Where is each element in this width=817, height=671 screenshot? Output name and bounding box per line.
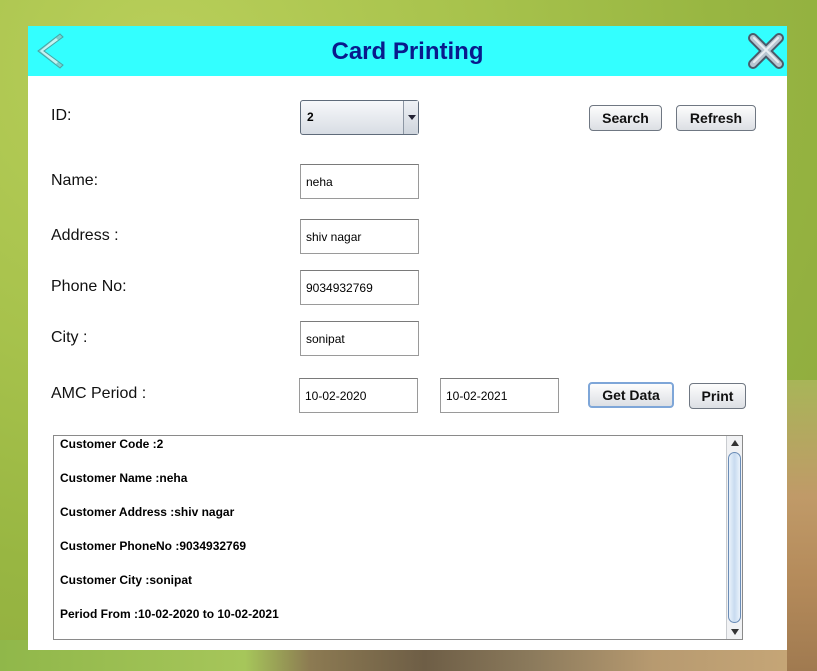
phone-field[interactable] (300, 270, 419, 305)
close-x-icon[interactable] (745, 31, 787, 71)
amc-from-field[interactable] (299, 378, 418, 413)
report-textarea[interactable]: Customer Code :2 Customer Name :neha Cus… (53, 435, 743, 640)
id-combobox-value: 2 (307, 110, 314, 124)
name-label: Name: (51, 172, 99, 189)
id-combobox[interactable]: 2 (300, 100, 419, 135)
report-line: Customer PhoneNo :9034932769 (60, 539, 247, 553)
title-bar: Card Printing (28, 26, 787, 76)
report-line: Customer City :sonipat (60, 573, 193, 587)
address-field[interactable] (300, 219, 419, 254)
name-field[interactable] (300, 164, 419, 199)
amc-period-label: AMC Period : (51, 385, 147, 402)
card-printing-window: Card Printing ID: 2 Search Refresh Name:… (28, 26, 787, 650)
address-label: Address : (51, 227, 119, 244)
refresh-button[interactable]: Refresh (676, 105, 756, 131)
vertical-scrollbar[interactable] (726, 436, 742, 639)
city-field[interactable] (300, 321, 419, 356)
report-line: Customer Name :neha (60, 471, 188, 485)
scrollbar-thumb[interactable] (728, 452, 741, 623)
scroll-down-arrow-icon[interactable] (727, 625, 742, 639)
get-data-button[interactable]: Get Data (588, 382, 674, 408)
background-image-right (787, 380, 817, 671)
print-button[interactable]: Print (689, 383, 746, 409)
phone-label: Phone No: (51, 278, 127, 295)
amc-to-field[interactable] (440, 378, 559, 413)
id-label: ID: (51, 107, 72, 124)
report-line: Period From :10-02-2020 to 10-02-2021 (60, 607, 279, 621)
window-title: Card Printing (331, 38, 484, 65)
report-line: Customer Code :2 (60, 437, 164, 451)
report-line: Customer Address :shiv nagar (60, 505, 235, 519)
chevron-down-icon[interactable] (403, 101, 418, 134)
city-label: City : (51, 329, 88, 346)
search-button[interactable]: Search (589, 105, 662, 131)
scroll-up-arrow-icon[interactable] (727, 436, 742, 450)
